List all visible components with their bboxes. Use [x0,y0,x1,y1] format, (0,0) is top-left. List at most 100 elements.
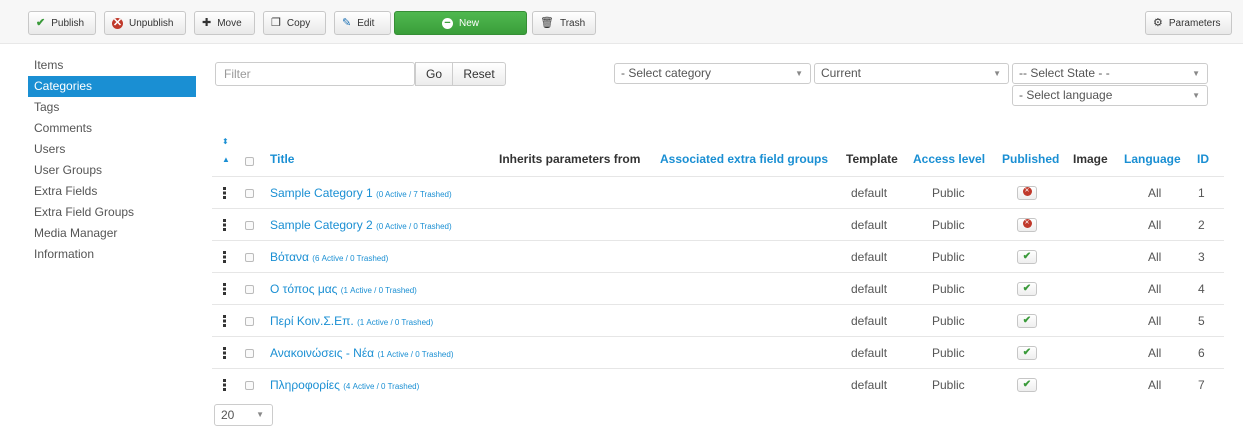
published-toggle[interactable]: ✔ [1017,378,1037,392]
chevron-down-icon: ▼ [256,410,264,419]
published-toggle[interactable]: ✔ [1017,314,1037,328]
id-cell: 5 [1198,314,1205,328]
row-checkbox[interactable] [245,221,254,230]
category-select[interactable]: - Select category ▼ [614,63,811,84]
check-icon: ✔ [1022,347,1032,358]
category-title-link[interactable]: Sample Category 1 (0 Active / 7 Trashed) [270,177,452,209]
sidebar-item-media-manager[interactable]: Media Manager [28,223,196,244]
language-cell: All [1148,378,1162,392]
new-button[interactable]: − New [394,11,527,35]
header-id[interactable]: ID [1197,152,1209,166]
sidebar-item-comments[interactable]: Comments [28,118,196,139]
sidebar-item-users[interactable]: Users [28,139,196,160]
drag-handle-icon[interactable] [223,251,226,263]
row-checkbox[interactable] [245,189,254,198]
sidebar-item-information[interactable]: Information [28,244,196,265]
filter-placeholder: Filter [224,67,251,81]
category-title-link[interactable]: Βότανα (6 Active / 0 Trashed) [270,241,388,273]
gear-icon: ⚙ [1153,16,1163,29]
item-counts: (0 Active / 7 Trashed) [376,190,452,199]
published-toggle[interactable]: ✕ [1017,186,1037,200]
category-title-link[interactable]: Περί Κοιν.Σ.Επ. (1 Active / 0 Trashed) [270,305,433,337]
drag-handle-icon[interactable] [223,187,226,199]
id-cell: 7 [1198,378,1205,392]
access-cell: Public [932,282,965,296]
category-title-link[interactable]: Πληροφορίες (4 Active / 0 Trashed) [270,369,419,401]
id-cell: 2 [1198,218,1205,232]
trash-icon: 🗑 [540,16,554,29]
header-extra-groups[interactable]: Associated extra field groups [660,152,828,166]
header-published[interactable]: Published [1002,152,1059,166]
table-row: Πληροφορίες (4 Active / 0 Trashed) defaul… [212,368,1224,400]
sidebar-item-tags[interactable]: Tags [28,97,196,118]
id-cell: 4 [1198,282,1205,296]
unpublish-button[interactable]: ✕ Unpublish [104,11,186,35]
current-select[interactable]: Current ▼ [814,63,1009,84]
sort-order-icon[interactable]: ⬍ [222,138,229,146]
go-button[interactable]: Go [415,62,453,86]
drag-handle-icon[interactable] [223,219,226,231]
sidebar-item-categories[interactable]: Categories [28,76,196,97]
row-checkbox[interactable] [245,381,254,390]
reset-button[interactable]: Reset [452,62,506,86]
table-row: Ο τόπος μας (1 Active / 0 Trashed) defaul… [212,272,1224,304]
category-title: Sample Category 1 [270,186,373,200]
language-cell: All [1148,346,1162,360]
published-toggle[interactable]: ✕ [1017,218,1037,232]
publish-label: Publish [51,17,85,29]
row-checkbox[interactable] [245,253,254,262]
drag-handle-icon[interactable] [223,283,226,295]
published-toggle[interactable]: ✔ [1017,250,1037,264]
header-access[interactable]: Access level [913,152,985,166]
published-toggle[interactable]: ✔ [1017,346,1037,360]
select-all-checkbox[interactable] [245,157,254,166]
chevron-down-icon: ▼ [1192,91,1200,100]
item-counts: (1 Active / 0 Trashed) [377,350,454,359]
publish-button[interactable]: ✔ Publish [28,11,96,35]
check-icon: ✔ [36,16,46,29]
row-checkbox[interactable] [245,317,254,326]
move-label: Move [217,17,242,29]
new-label: New [458,17,479,29]
category-title: Πληροφορίες [270,378,340,392]
access-cell: Public [932,346,965,360]
access-cell: Public [932,314,965,328]
category-title-link[interactable]: Ανακοινώσεις - Νέα (1 Active / 0 Trashed… [270,337,453,369]
sidebar-item-extra-field-groups[interactable]: Extra Field Groups [28,202,196,223]
category-title-link[interactable]: Sample Category 2 (0 Active / 0 Trashed) [270,209,452,241]
check-icon: ✔ [1022,379,1032,390]
edit-label: Edit [357,17,375,29]
category-select-value: - Select category [621,66,712,80]
unpublished-icon: ✕ [1022,186,1032,196]
header-language[interactable]: Language [1124,152,1181,166]
row-checkbox[interactable] [245,285,254,294]
drag-handle-icon[interactable] [223,347,226,359]
toolbar: ✔ Publish ✕ Unpublish ✚ Move ❐ Copy ✎ Ed… [0,0,1243,44]
category-title: Βότανα [270,250,309,264]
language-cell: All [1148,282,1162,296]
sidebar-item-user-groups[interactable]: User Groups [28,160,196,181]
drag-handle-icon[interactable] [223,315,226,327]
template-cell: default [851,218,888,232]
sidebar-item-items[interactable]: Items [28,55,196,76]
check-icon: ✔ [1022,251,1032,262]
row-checkbox[interactable] [245,349,254,358]
move-icon: ✚ [202,16,212,29]
filter-input[interactable]: Filter [215,62,415,86]
trash-button[interactable]: 🗑 Trash [532,11,596,35]
move-button[interactable]: ✚ Move [194,11,255,35]
parameters-button[interactable]: ⚙ Parameters [1145,11,1232,35]
state-select[interactable]: -- Select State - - ▼ [1012,63,1208,84]
language-select[interactable]: - Select language ▼ [1012,85,1208,106]
category-title-link[interactable]: Ο τόπος μας (1 Active / 0 Trashed) [270,273,417,305]
copy-button[interactable]: ❐ Copy [263,11,326,35]
header-inherits: Inherits parameters from [499,152,641,166]
sidebar-item-extra-fields[interactable]: Extra Fields [28,181,196,202]
current-select-value: Current [821,66,862,80]
header-title[interactable]: Title [270,152,294,166]
edit-button[interactable]: ✎ Edit [334,11,391,35]
drag-handle-icon[interactable] [223,379,226,391]
published-toggle[interactable]: ✔ [1017,282,1037,296]
item-counts: (1 Active / 0 Trashed) [357,318,434,327]
language-cell: All [1148,250,1162,264]
